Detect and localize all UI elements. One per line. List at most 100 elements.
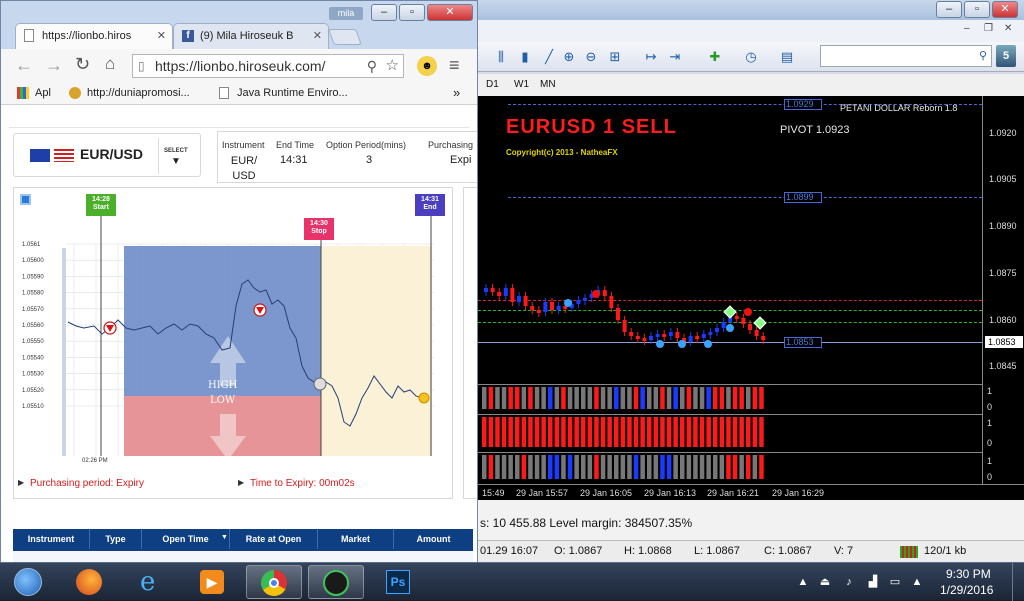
timeframe-w1[interactable]: W1 [514,79,529,90]
close-icon[interactable]: ✕ [313,24,322,48]
play-icon: ▶ [238,478,245,487]
reload-icon[interactable]: ↻ [75,54,90,75]
chrome-minimize-button[interactable]: – [371,4,397,21]
close-child-icon[interactable]: ✕ [1004,23,1018,37]
periods-icon[interactable]: ◷ [740,47,762,67]
col-type[interactable]: Type [89,529,141,549]
option-chart-svg[interactable]: 1.0561 1.05600 1.05590 1.05580 1.05570 1.0556… [14,188,454,500]
candle-chart-icon[interactable]: ▮ [514,47,536,67]
bookmark-duniapromosi[interactable]: http://duniapromosi... [87,87,190,99]
tab-lionbo[interactable]: https://lionbo.hiros ✕ [15,23,173,49]
clock-date[interactable]: 1/29/2016 [940,583,993,597]
clock-time[interactable]: 9:30 PM [946,567,991,581]
extension-icon[interactable]: ☻ [417,56,437,76]
back-icon[interactable]: ← [15,55,33,76]
candle-body [642,338,647,341]
mt4-chart[interactable]: 1.0929 1.0899 1.0853 EURUSD 1 SELL Copyr… [478,96,982,484]
histogram-bar [541,417,546,447]
col-amount[interactable]: Amount [393,529,473,549]
close-icon[interactable]: ✕ [157,24,166,48]
minimize-child-icon[interactable]: – [964,23,978,37]
close-button[interactable]: ✕ [992,1,1018,18]
current-point [418,392,430,404]
new-tab-button[interactable] [328,29,362,45]
bookmarks-overflow-icon[interactable]: » [453,85,460,100]
menu-icon[interactable]: ≡ [449,55,460,76]
signal-icon[interactable]: ▟ [866,575,880,589]
end-time: 14:31 [421,196,439,203]
chevron-down-icon[interactable]: ▼ [171,156,181,167]
histogram-bar [594,387,599,409]
timeframe-mn[interactable]: MN [540,79,556,90]
chrome-task[interactable] [246,565,302,599]
histogram-bar [666,387,672,409]
home-icon[interactable]: ⌂ [105,54,115,74]
pair-selector[interactable]: EUR/USD SELECT ▼ [13,133,201,177]
col-rate-at-open[interactable]: Rate at Open [229,529,317,549]
forward-icon[interactable]: → [45,55,63,76]
mt4-search-input[interactable]: ⚲ [820,45,992,67]
histogram-bar [594,417,599,447]
timeframe-d1[interactable]: D1 [486,79,499,90]
media-task[interactable]: ▶ [184,565,240,599]
col-market[interactable]: Market [317,529,393,549]
tab-facebook[interactable]: f (9) Mila Hiroseuk B ✕ [173,23,329,49]
info-header: End Time [276,140,315,150]
search-icon[interactable]: ⚲ [979,49,987,62]
line-chart-icon[interactable]: ╱ [538,47,560,67]
photoshop-task[interactable]: Ps [370,565,426,599]
histogram-bar [732,387,738,409]
apps-icon[interactable] [17,87,29,99]
signal-dot [564,299,572,307]
mt4-task[interactable] [308,565,364,599]
notifications-badge[interactable]: 5 [996,45,1016,67]
bookmark-java[interactable]: Java Runtime Enviro... [237,87,348,99]
candle-body [668,332,673,336]
bookmark-apps[interactable]: Apl [35,87,51,99]
histogram-bar [706,387,711,409]
histogram-bar [528,417,533,447]
col-instrument[interactable]: Instrument [13,529,89,549]
candle-body [616,308,620,320]
zoom-in-icon[interactable]: ⊕ [558,47,580,67]
restore-child-icon[interactable]: ❐ [984,23,998,37]
histogram-bar [488,387,494,409]
volume-icon[interactable]: ♪ [842,575,856,589]
bar-chart-icon[interactable]: ⫼ [490,47,512,67]
eu-flag-icon [30,149,50,162]
firefox-task[interactable] [62,565,118,599]
status-low: L: 1.0867 [694,545,740,557]
tile-windows-icon[interactable]: ⊞ [604,47,626,67]
chart-shift-icon[interactable]: ⇥ [664,47,686,67]
maximize-button[interactable]: ▫ [964,1,990,18]
start-button[interactable] [2,563,54,601]
templates-icon[interactable]: ▤ [776,47,798,67]
select-label[interactable]: SELECT [164,148,188,154]
sort-icon[interactable]: ▼ [221,534,228,541]
histogram-bar [719,417,725,447]
omnibox-input[interactable]: ▯ https://lionbo.hiroseuk.com/ ⚲ ☆ [132,54,404,78]
indicators-icon[interactable]: ✚ [704,47,726,67]
show-desktop-button[interactable] [1012,563,1024,601]
col-open-time[interactable]: Open Time [141,529,229,549]
search-icon[interactable]: ⚲ [366,55,377,77]
histogram-bar [495,387,500,409]
tab-strip: mila – ▫ ✕ https://lionbo.hiros ✕ f (9) … [1,1,477,49]
histogram-bar [633,417,639,447]
usb-icon[interactable]: ⏏ [818,575,832,589]
histogram-bar [567,387,573,409]
profile-badge[interactable]: mila [329,7,363,20]
autoscroll-icon[interactable]: ↦ [640,47,662,67]
candle-body [583,298,587,301]
chrome-close-button[interactable]: ✕ [427,4,473,21]
signal-dot [726,324,734,332]
minimize-button[interactable]: – [936,1,962,18]
ie-task[interactable]: e [124,565,180,599]
zoom-out-icon[interactable]: ⊖ [580,47,602,67]
tray-expand-icon[interactable]: ▲ [796,575,810,589]
battery-icon[interactable]: ▭ [888,575,902,589]
google-drive-icon[interactable]: ▲ [910,575,924,589]
star-icon[interactable]: ☆ [385,55,399,77]
chrome-maximize-button[interactable]: ▫ [399,4,425,21]
histogram-bar [488,417,494,447]
